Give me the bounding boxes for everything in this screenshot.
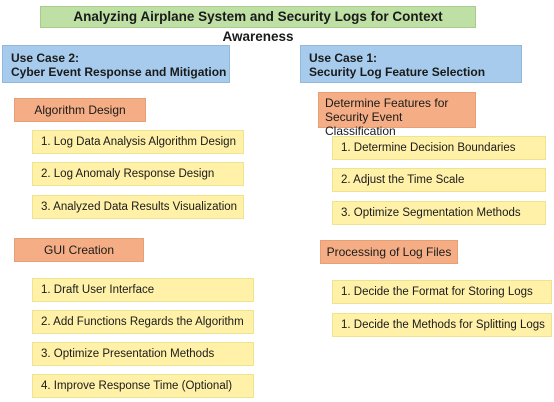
determine-features-item-3: 3. Optimize Segmentation Methods [332,201,546,225]
algorithm-design-item-2: 2. Log Anomaly Response Design [32,162,244,186]
gui-creation-item-1: 1. Draft User Interface [32,278,254,302]
processing-log-files-box: Processing of Log Files [320,240,458,264]
use-case-2-header: Use Case 2: Cyber Event Response and Mit… [2,45,230,83]
gui-creation-item-2: 2. Add Functions Regards the Algorithm [32,310,254,334]
processing-item-2: 1. Decide the Methods for Splitting Logs [332,313,552,337]
use-case-1-title: Security Log Feature Selection [309,65,486,79]
diagram-title: Analyzing Airplane System and Security L… [40,6,476,44]
use-case-2-title: Cyber Event Response and Mitigation [11,65,227,79]
processing-item-1: 1. Decide the Format for Storing Logs [332,280,552,304]
algorithm-design-item-3: 3. Analyzed Data Results Visualization [32,195,244,219]
gui-creation-item-4: 4. Improve Response Time (Optional) [32,374,254,398]
gui-creation-box: GUI Creation [14,238,144,262]
use-case-2-number: Use Case 2: [11,51,80,65]
determine-features-line-1: Determine Features for [325,96,449,110]
determine-features-box: Determine Features for Security Event Cl… [318,92,476,138]
determine-features-item-2: 2. Adjust the Time Scale [332,168,546,192]
algorithm-design-item-1: 1. Log Data Analysis Algorithm Design [32,130,244,154]
use-case-1-header: Use Case 1: Security Log Feature Selecti… [300,45,522,83]
algorithm-design-box: Algorithm Design [14,98,146,122]
gui-creation-item-3: 3. Optimize Presentation Methods [32,342,254,366]
determine-features-line-2: Security Event Classification [325,110,403,138]
use-case-1-number: Use Case 1: [309,51,378,65]
determine-features-item-1: 1. Determine Decision Boundaries [332,136,546,160]
